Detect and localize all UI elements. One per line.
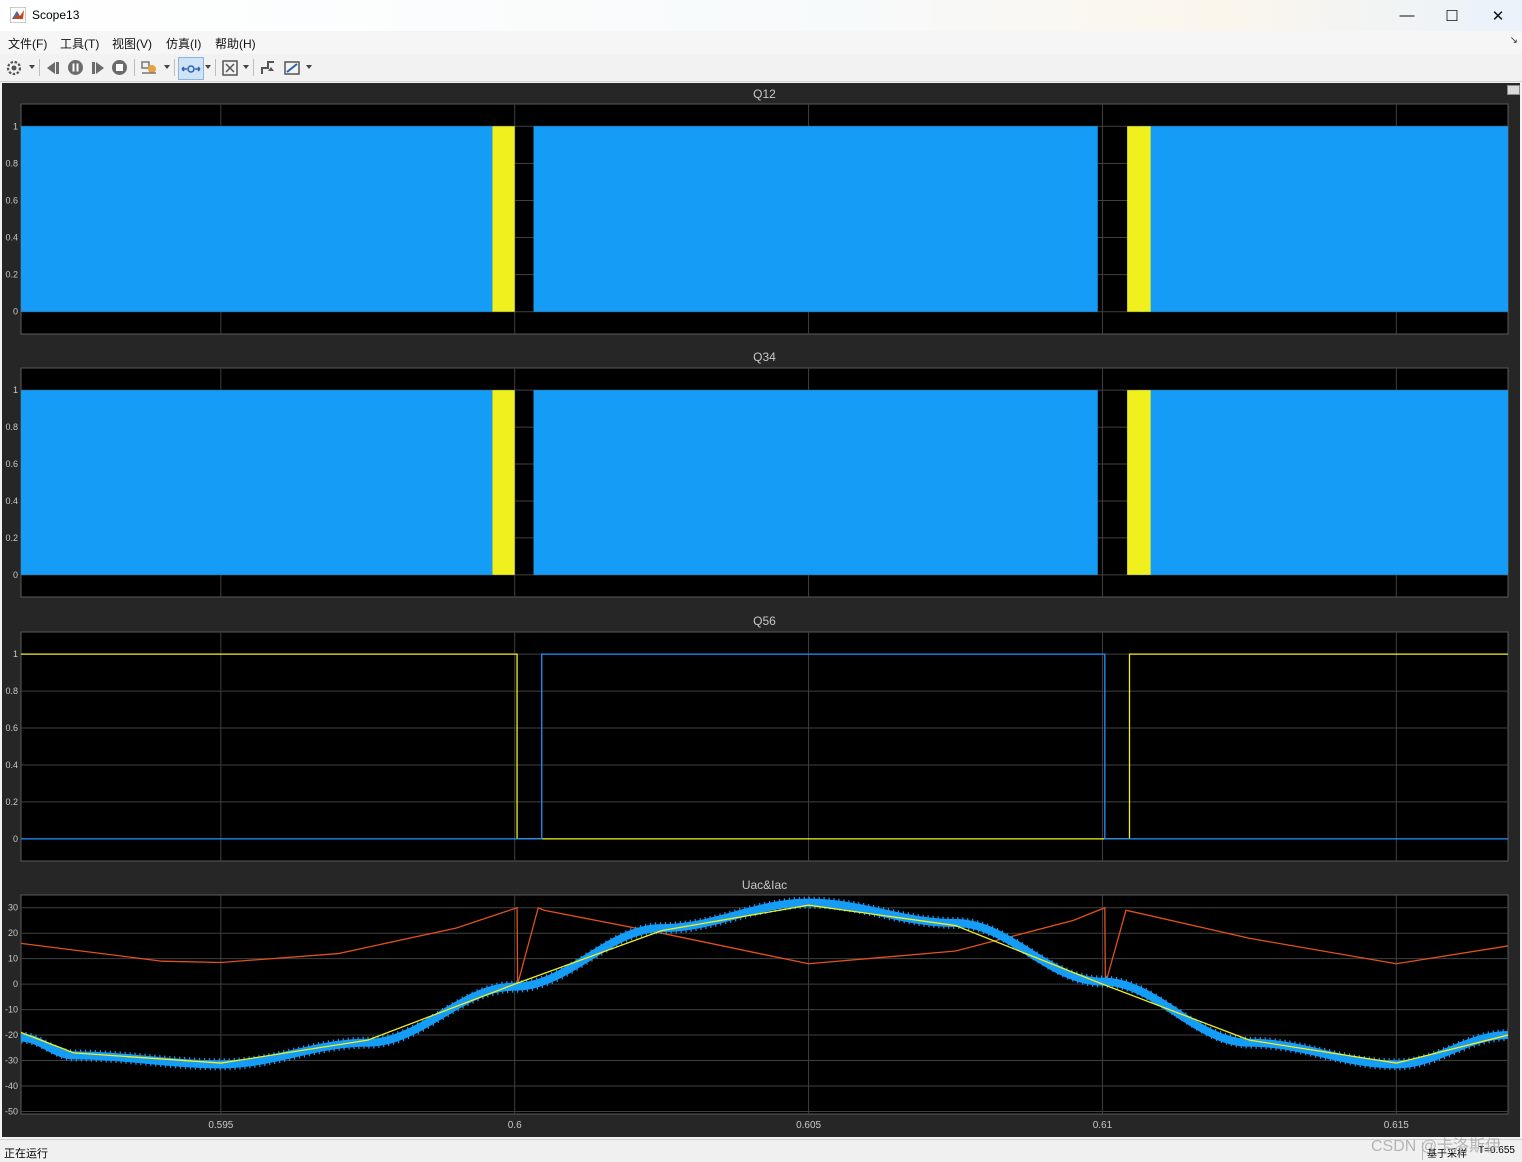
series-1-pwm-band bbox=[1127, 390, 1151, 575]
y-tick-label: 0.8 bbox=[5, 686, 18, 696]
x-tick-label: 0.6 bbox=[508, 1120, 522, 1131]
status-bar: 正在运行 基于采样 T=0.655 bbox=[0, 1139, 1522, 1162]
y-tick-label: 1 bbox=[13, 121, 18, 131]
settings-icon[interactable] bbox=[6, 57, 22, 78]
title-bar: Scope13 — ☐ ✕ bbox=[0, 0, 1522, 31]
minimize-button[interactable]: — bbox=[1384, 0, 1430, 31]
menu-bar: 文件(F) 工具(T) 视图(V) 仿真(I) 帮助(H) ↘ bbox=[0, 31, 1522, 54]
y-tick-label: 0 bbox=[13, 834, 18, 844]
y-tick-label: -30 bbox=[5, 1056, 18, 1066]
y-tick-label: 0.2 bbox=[5, 797, 18, 807]
trigger-icon[interactable] bbox=[259, 57, 277, 78]
y-tick-label: 0.6 bbox=[5, 723, 18, 733]
menu-simulation[interactable]: 仿真(I) bbox=[166, 35, 201, 52]
axes-title: Q34 bbox=[753, 350, 776, 364]
axes-title: Uac&Iac bbox=[742, 878, 787, 892]
y-tick-label: -10 bbox=[5, 1005, 18, 1015]
toolbar-separator bbox=[174, 59, 175, 76]
y-tick-label: 0.4 bbox=[5, 760, 18, 770]
axes-3: Uac&Iac -50 -40 -30 -20 -10 0 10 20 30 0.595 0.6 0.6… bbox=[5, 878, 1509, 1131]
highlight-dropdown-icon[interactable] bbox=[164, 65, 170, 69]
stop-icon[interactable] bbox=[111, 57, 128, 78]
toolbar-separator bbox=[134, 59, 135, 76]
window-title: Scope13 bbox=[32, 8, 80, 22]
toolbar-separator bbox=[253, 59, 254, 76]
plot-area[interactable] bbox=[20, 894, 1509, 1115]
menu-dock-icon[interactable]: ↘ bbox=[1510, 35, 1518, 46]
scope-plots: Q12 0 0.2 0.4 0.6 0.8 1 Q34 0 0.2 0.4 0.6 0.8 1 Q56 0 0.… bbox=[5, 87, 1509, 1131]
series-1-pwm-band bbox=[1127, 126, 1151, 312]
step-back-icon[interactable] bbox=[45, 57, 63, 78]
toolbar bbox=[0, 54, 1522, 82]
menu-file[interactable]: 文件(F) bbox=[8, 35, 47, 52]
y-tick-label: 0 bbox=[13, 307, 18, 317]
y-tick-label: 0.4 bbox=[5, 496, 18, 506]
menu-tools[interactable]: 工具(T) bbox=[60, 35, 99, 52]
plot-area[interactable] bbox=[20, 631, 1509, 862]
axes-0: Q12 0 0.2 0.4 0.6 0.8 1 bbox=[5, 87, 1509, 335]
y-tick-label: -20 bbox=[5, 1030, 18, 1040]
y-tick-label: 0.2 bbox=[5, 533, 18, 543]
y-tick-label: -50 bbox=[5, 1106, 18, 1116]
series-0-pwm-band bbox=[1138, 390, 1508, 575]
series-0-pwm-band bbox=[533, 126, 1098, 312]
y-tick-label: 0.8 bbox=[5, 158, 18, 168]
measure-icon[interactable] bbox=[283, 57, 303, 78]
y-tick-label: 0.6 bbox=[5, 459, 18, 469]
maximize-icon: ☐ bbox=[1445, 7, 1459, 25]
settings-dropdown-icon[interactable] bbox=[29, 65, 35, 69]
toolbar-separator bbox=[39, 59, 40, 76]
series-0-pwm-band bbox=[1138, 126, 1508, 312]
series-0-pwm-band bbox=[533, 390, 1098, 575]
axes-1: Q34 0 0.2 0.4 0.6 0.8 1 bbox=[5, 350, 1509, 598]
menu-help[interactable]: 帮助(H) bbox=[215, 35, 256, 52]
y-tick-label: 0.4 bbox=[5, 233, 18, 243]
y-tick-label: 0.2 bbox=[5, 270, 18, 280]
zoom-icon[interactable] bbox=[178, 57, 204, 80]
measure-dropdown-icon[interactable] bbox=[306, 65, 312, 69]
close-button[interactable]: ✕ bbox=[1475, 0, 1521, 31]
y-tick-label: 0.8 bbox=[5, 422, 18, 432]
step-forward-icon[interactable] bbox=[89, 57, 107, 78]
series-0-pwm-band bbox=[21, 126, 493, 312]
y-tick-label: 1 bbox=[13, 649, 18, 659]
y-tick-label: 0 bbox=[13, 570, 18, 580]
maximize-button[interactable]: ☐ bbox=[1429, 0, 1475, 31]
zoom-dropdown-icon[interactable] bbox=[205, 65, 211, 69]
autoscale-dropdown-icon[interactable] bbox=[243, 65, 249, 69]
matlab-logo-icon bbox=[10, 7, 26, 23]
minimize-icon: — bbox=[1399, 7, 1415, 24]
y-tick-label: 10 bbox=[8, 954, 18, 964]
scope-figure: Q12 0 0.2 0.4 0.6 0.8 1 Q34 0 0.2 0.4 0.6 0.8 1 Q56 0 0.… bbox=[2, 83, 1520, 1137]
menu-view[interactable]: 视图(V) bbox=[112, 35, 152, 52]
close-icon: ✕ bbox=[1491, 7, 1505, 25]
pause-icon[interactable] bbox=[67, 57, 84, 78]
y-tick-label: 0 bbox=[13, 979, 18, 989]
x-tick-label: 0.61 bbox=[1093, 1120, 1113, 1131]
axes-2: Q56 0 0.2 0.4 0.6 0.8 1 bbox=[5, 614, 1509, 862]
highlight-icon[interactable] bbox=[140, 57, 160, 78]
series-1-pwm-band bbox=[492, 390, 515, 575]
x-tick-label: 0.595 bbox=[208, 1120, 233, 1131]
x-tick-label: 0.615 bbox=[1384, 1120, 1409, 1131]
status-running: 正在运行 bbox=[4, 1148, 48, 1160]
x-tick-label: 0.605 bbox=[796, 1120, 821, 1131]
y-tick-label: 0.6 bbox=[5, 195, 18, 205]
series-0-pwm-band bbox=[21, 390, 493, 575]
y-tick-label: 20 bbox=[8, 928, 18, 938]
y-tick-label: -40 bbox=[5, 1081, 18, 1091]
watermark: CSDN @卡洛斯伊 bbox=[1371, 1138, 1502, 1155]
y-tick-label: 30 bbox=[8, 903, 18, 913]
y-tick-label: 1 bbox=[13, 385, 18, 395]
autoscale-icon[interactable] bbox=[221, 57, 239, 78]
axes-title: Q12 bbox=[753, 87, 776, 101]
toolbar-separator bbox=[215, 59, 216, 76]
series-1-pwm-band bbox=[492, 126, 515, 312]
axes-title: Q56 bbox=[753, 614, 776, 628]
